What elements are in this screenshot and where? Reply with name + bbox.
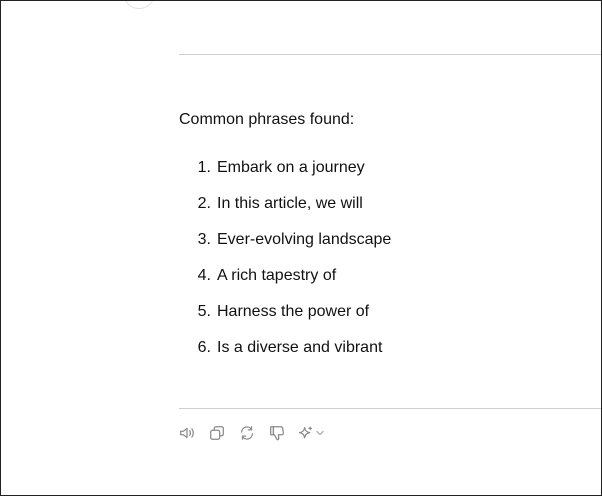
divider — [179, 408, 601, 409]
list-item: 5. Harness the power of — [179, 302, 391, 338]
read-aloud-button[interactable] — [177, 423, 197, 443]
list-number: 2. — [197, 195, 211, 212]
list-number: 3. — [197, 231, 211, 248]
list-text: In this article, we will — [217, 195, 363, 212]
list-number: 6. — [197, 339, 211, 356]
list-item: 4. A rich tapestry of — [179, 266, 391, 302]
sparkle-icon — [298, 426, 313, 438]
list-text: Embark on a journey — [217, 159, 365, 176]
message-actions — [177, 423, 337, 443]
list-text: Is a diverse and vibrant — [217, 339, 383, 356]
list-number: 1. — [197, 159, 211, 176]
list-text: A rich tapestry of — [217, 267, 337, 284]
thumbs-down-icon — [270, 426, 284, 441]
list-item: 1. Embark on a journey — [179, 158, 391, 194]
phrase-list: 1. Embark on a journey 2. In this articl… — [179, 158, 392, 374]
message-intro: Common phrases found: — [179, 111, 355, 128]
chevron-down-icon — [316, 430, 324, 436]
regenerate-icon — [240, 426, 254, 440]
divider — [179, 54, 601, 55]
regenerate-button[interactable] — [237, 423, 257, 443]
list-number: 5. — [197, 303, 211, 320]
list-item: 3. Ever-evolving landscape — [179, 230, 392, 266]
copy-button[interactable] — [207, 423, 227, 443]
chat-window: Common phrases found: 1. Embark on a jou… — [0, 0, 602, 496]
list-text: Ever-evolving landscape — [217, 231, 392, 248]
list-item: 6. Is a diverse and vibrant — [179, 338, 391, 374]
model-switch-button[interactable] — [297, 423, 327, 443]
list-number: 4. — [197, 267, 211, 284]
copy-icon — [210, 426, 224, 440]
list-item: 2. In this article, we will — [179, 194, 391, 230]
avatar — [123, 1, 155, 9]
speaker-icon — [180, 427, 194, 439]
dislike-button[interactable] — [267, 423, 287, 443]
list-text: Harness the power of — [217, 303, 370, 320]
